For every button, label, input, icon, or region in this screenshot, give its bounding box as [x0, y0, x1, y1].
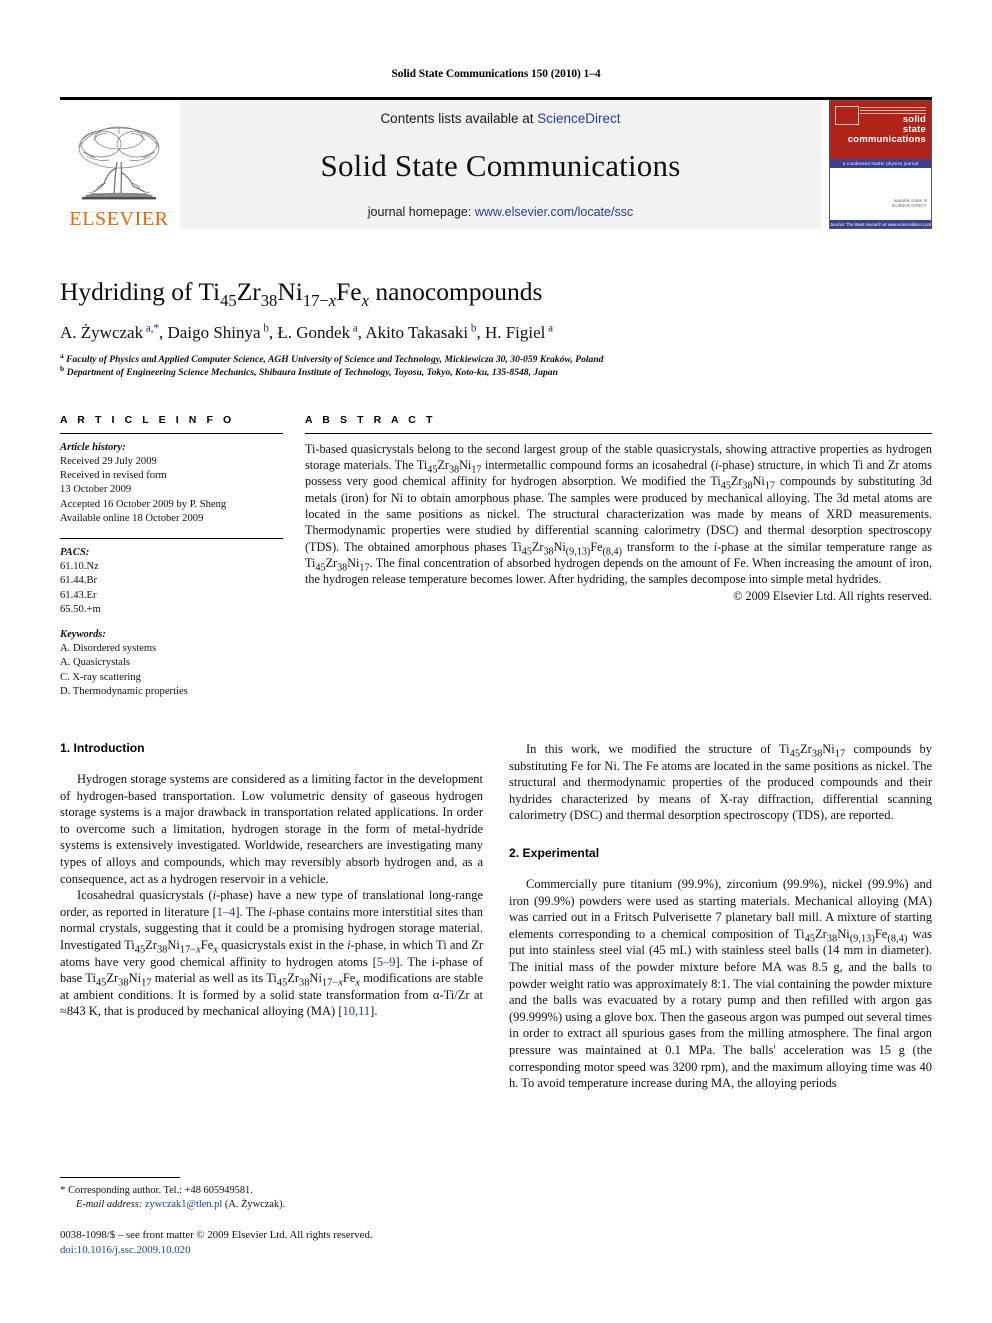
keyword-item: D. Thermodynamic properties: [60, 685, 188, 697]
cover-title-line3: communications: [847, 134, 926, 145]
footnote-area: * Corresponding author. Tel.: +48 605949…: [60, 1177, 480, 1257]
journal-header-band: Contents lists available at ScienceDirec…: [180, 100, 821, 229]
pacs-code: 61.10.Nz: [60, 561, 99, 573]
cover-bottom-strip: Journal: The latest research at www.scie…: [830, 220, 931, 228]
author-list: A. Żywczak a,*, Daigo Shinya b, Ł. Gonde…: [60, 322, 554, 343]
section-heading-experimental: 2. Experimental: [509, 846, 600, 860]
pacs-code: 61.44.Br: [60, 575, 98, 587]
affiliation-a-marker: a: [60, 350, 64, 360]
affiliation-a: a Faculty of Physics and Applied Compute…: [60, 350, 932, 367]
homepage-prefix: journal homepage:: [367, 205, 475, 219]
article-history-line: Received in revised form: [60, 470, 167, 482]
contents-prefix: Contents lists available at: [380, 111, 538, 126]
footnote-rule: [60, 1177, 180, 1178]
homepage-line: journal homepage: www.elsevier.com/locat…: [368, 205, 633, 219]
sciencedirect-link[interactable]: ScienceDirect: [537, 111, 620, 126]
article-info-rule: [60, 432, 283, 434]
journal-title: Solid State Communications: [320, 147, 681, 183]
article-history-line: Received 29 July 2009: [60, 455, 157, 467]
article-info-column: A R T I C L E I N F O Article history: R…: [60, 414, 305, 699]
journal-cover-thumbnail: solid state communications a condensed m…: [829, 100, 932, 229]
article-history-line: Available online 18 October 2009: [60, 512, 204, 524]
issn-line: 0038-1098/$ – see front matter © 2009 El…: [60, 1229, 373, 1241]
body-column-left: 1. Introduction Hydrogen storage systems…: [60, 741, 483, 1092]
article-info-rule-2: [60, 538, 283, 539]
running-head: Solid State Communications 150 (2010) 1–…: [391, 68, 601, 80]
abstract-heading: A B S T R A C T: [305, 413, 436, 426]
affiliation-b: b Department of Engineering Science Mech…: [60, 364, 932, 380]
cover-body: available online at SCIENCE DIRECT: [830, 168, 931, 220]
cover-top-banner: solid state communications: [830, 101, 931, 159]
journal-article-page: Solid State Communications 150 (2010) 1–…: [0, 0, 992, 1323]
abstract-text: Ti-based quasicrystals belong to the sec…: [305, 441, 932, 587]
abstract-copyright: © 2009 Elsevier Ltd. All rights reserved…: [733, 589, 932, 604]
pacs-block: PACS: 61.10.Nz 61.44.Br 61.43.Er 65.50.+…: [60, 546, 283, 617]
article-history-line: Accepted 16 October 2009 by P. Sheng: [60, 498, 227, 510]
abstract-rule: [305, 432, 932, 434]
contents-line: Contents lists available at ScienceDirec…: [380, 111, 620, 126]
email-link[interactable]: zywczak1@tlen.pl: [145, 1199, 222, 1210]
body-column-right: In this work, we modified the structure …: [509, 741, 932, 1092]
affiliation-b-text: Department of Engineering Science Mechan…: [66, 367, 558, 379]
cover-subtitle: a condensed matter physics journal: [842, 161, 919, 166]
page-title: Hydriding of Ti45Zr38Ni17−xFex nanocompo…: [60, 277, 543, 311]
elsevier-tree-icon: [78, 126, 160, 200]
pacs-code: 61.43.Er: [60, 589, 97, 601]
email-label: E-mail address:: [76, 1199, 143, 1210]
affiliation-b-marker: b: [60, 364, 65, 374]
email-attribution: (A. Żywczak).: [224, 1199, 286, 1210]
elsevier-wordmark: ELSEVIER: [69, 208, 169, 230]
keyword-item: A. Quasicrystals: [60, 657, 131, 669]
section-heading-introduction: 1. Introduction: [60, 741, 145, 756]
affiliation-a-text: Faculty of Physics and Applied Computer …: [66, 353, 604, 365]
keywords-label: Keywords:: [60, 629, 106, 641]
article-history-label: Article history:: [60, 441, 126, 453]
pacs-code: 65.50.+m: [60, 603, 101, 615]
email-note: E-mail address: zywczak1@tlen.pl (A. Żyw…: [60, 1198, 480, 1212]
article-history: Article history: Received 29 July 2009 R…: [60, 441, 283, 526]
corresponding-author-marker: *: [60, 1184, 66, 1196]
pacs-label: PACS:: [60, 547, 90, 558]
elsevier-logo: ELSEVIER: [60, 100, 178, 229]
article-info-heading: A R T I C L E I N F O: [60, 413, 235, 426]
keywords-block: Keywords: A. Disordered systems A. Quasi…: [60, 628, 283, 699]
cover-footer-note: available online at SCIENCE DIRECT: [892, 198, 927, 208]
cover-subtitle-strip: a condensed matter physics journal: [830, 159, 931, 168]
corresponding-author-text: Corresponding author. Tel.: +48 60594958…: [68, 1185, 253, 1196]
paragraph: Commercially pure titanium (99.9%), zirc…: [509, 877, 932, 1091]
paragraph: Hydrogen storage systems are considered …: [60, 772, 483, 886]
affiliations: a Faculty of Physics and Applied Compute…: [60, 350, 932, 380]
paragraph: In this work, we modified the structure …: [509, 742, 933, 823]
journal-masthead: ELSEVIER Contents lists available at Sci…: [60, 97, 932, 229]
body-columns: 1. Introduction Hydrogen storage systems…: [60, 741, 932, 1092]
doi-label: doi:: [60, 1243, 77, 1256]
keyword-item: A. Disordered systems: [60, 643, 157, 655]
paragraph: Icosahedral quasicrystals (i-phase) have…: [60, 888, 483, 1019]
article-history-line: 13 October 2009: [60, 484, 132, 496]
cover-bottom-text: Journal: The latest research at www.scie…: [829, 221, 932, 227]
journal-homepage-link[interactable]: www.elsevier.com/locate/ssc: [475, 205, 633, 219]
cover-title: solid state communications: [848, 115, 926, 145]
issn-copyright-block: 0038-1098/$ – see front matter © 2009 El…: [60, 1228, 480, 1257]
abstract-column: A B S T R A C T Ti-based quasicrystals b…: [305, 414, 932, 699]
doi-line: doi:10.1016/j.ssc.2009.10.020: [60, 1243, 480, 1258]
corresponding-author-note: * Corresponding author. Tel.: +48 605949…: [60, 1183, 480, 1198]
info-abstract-row: A R T I C L E I N F O Article history: R…: [60, 414, 932, 699]
cover-footer-note-2: SCIENCE DIRECT: [891, 203, 927, 208]
doi-value[interactable]: 10.1016/j.ssc.2009.10.020: [77, 1244, 191, 1256]
keyword-item: C. X-ray scattering: [60, 671, 141, 683]
